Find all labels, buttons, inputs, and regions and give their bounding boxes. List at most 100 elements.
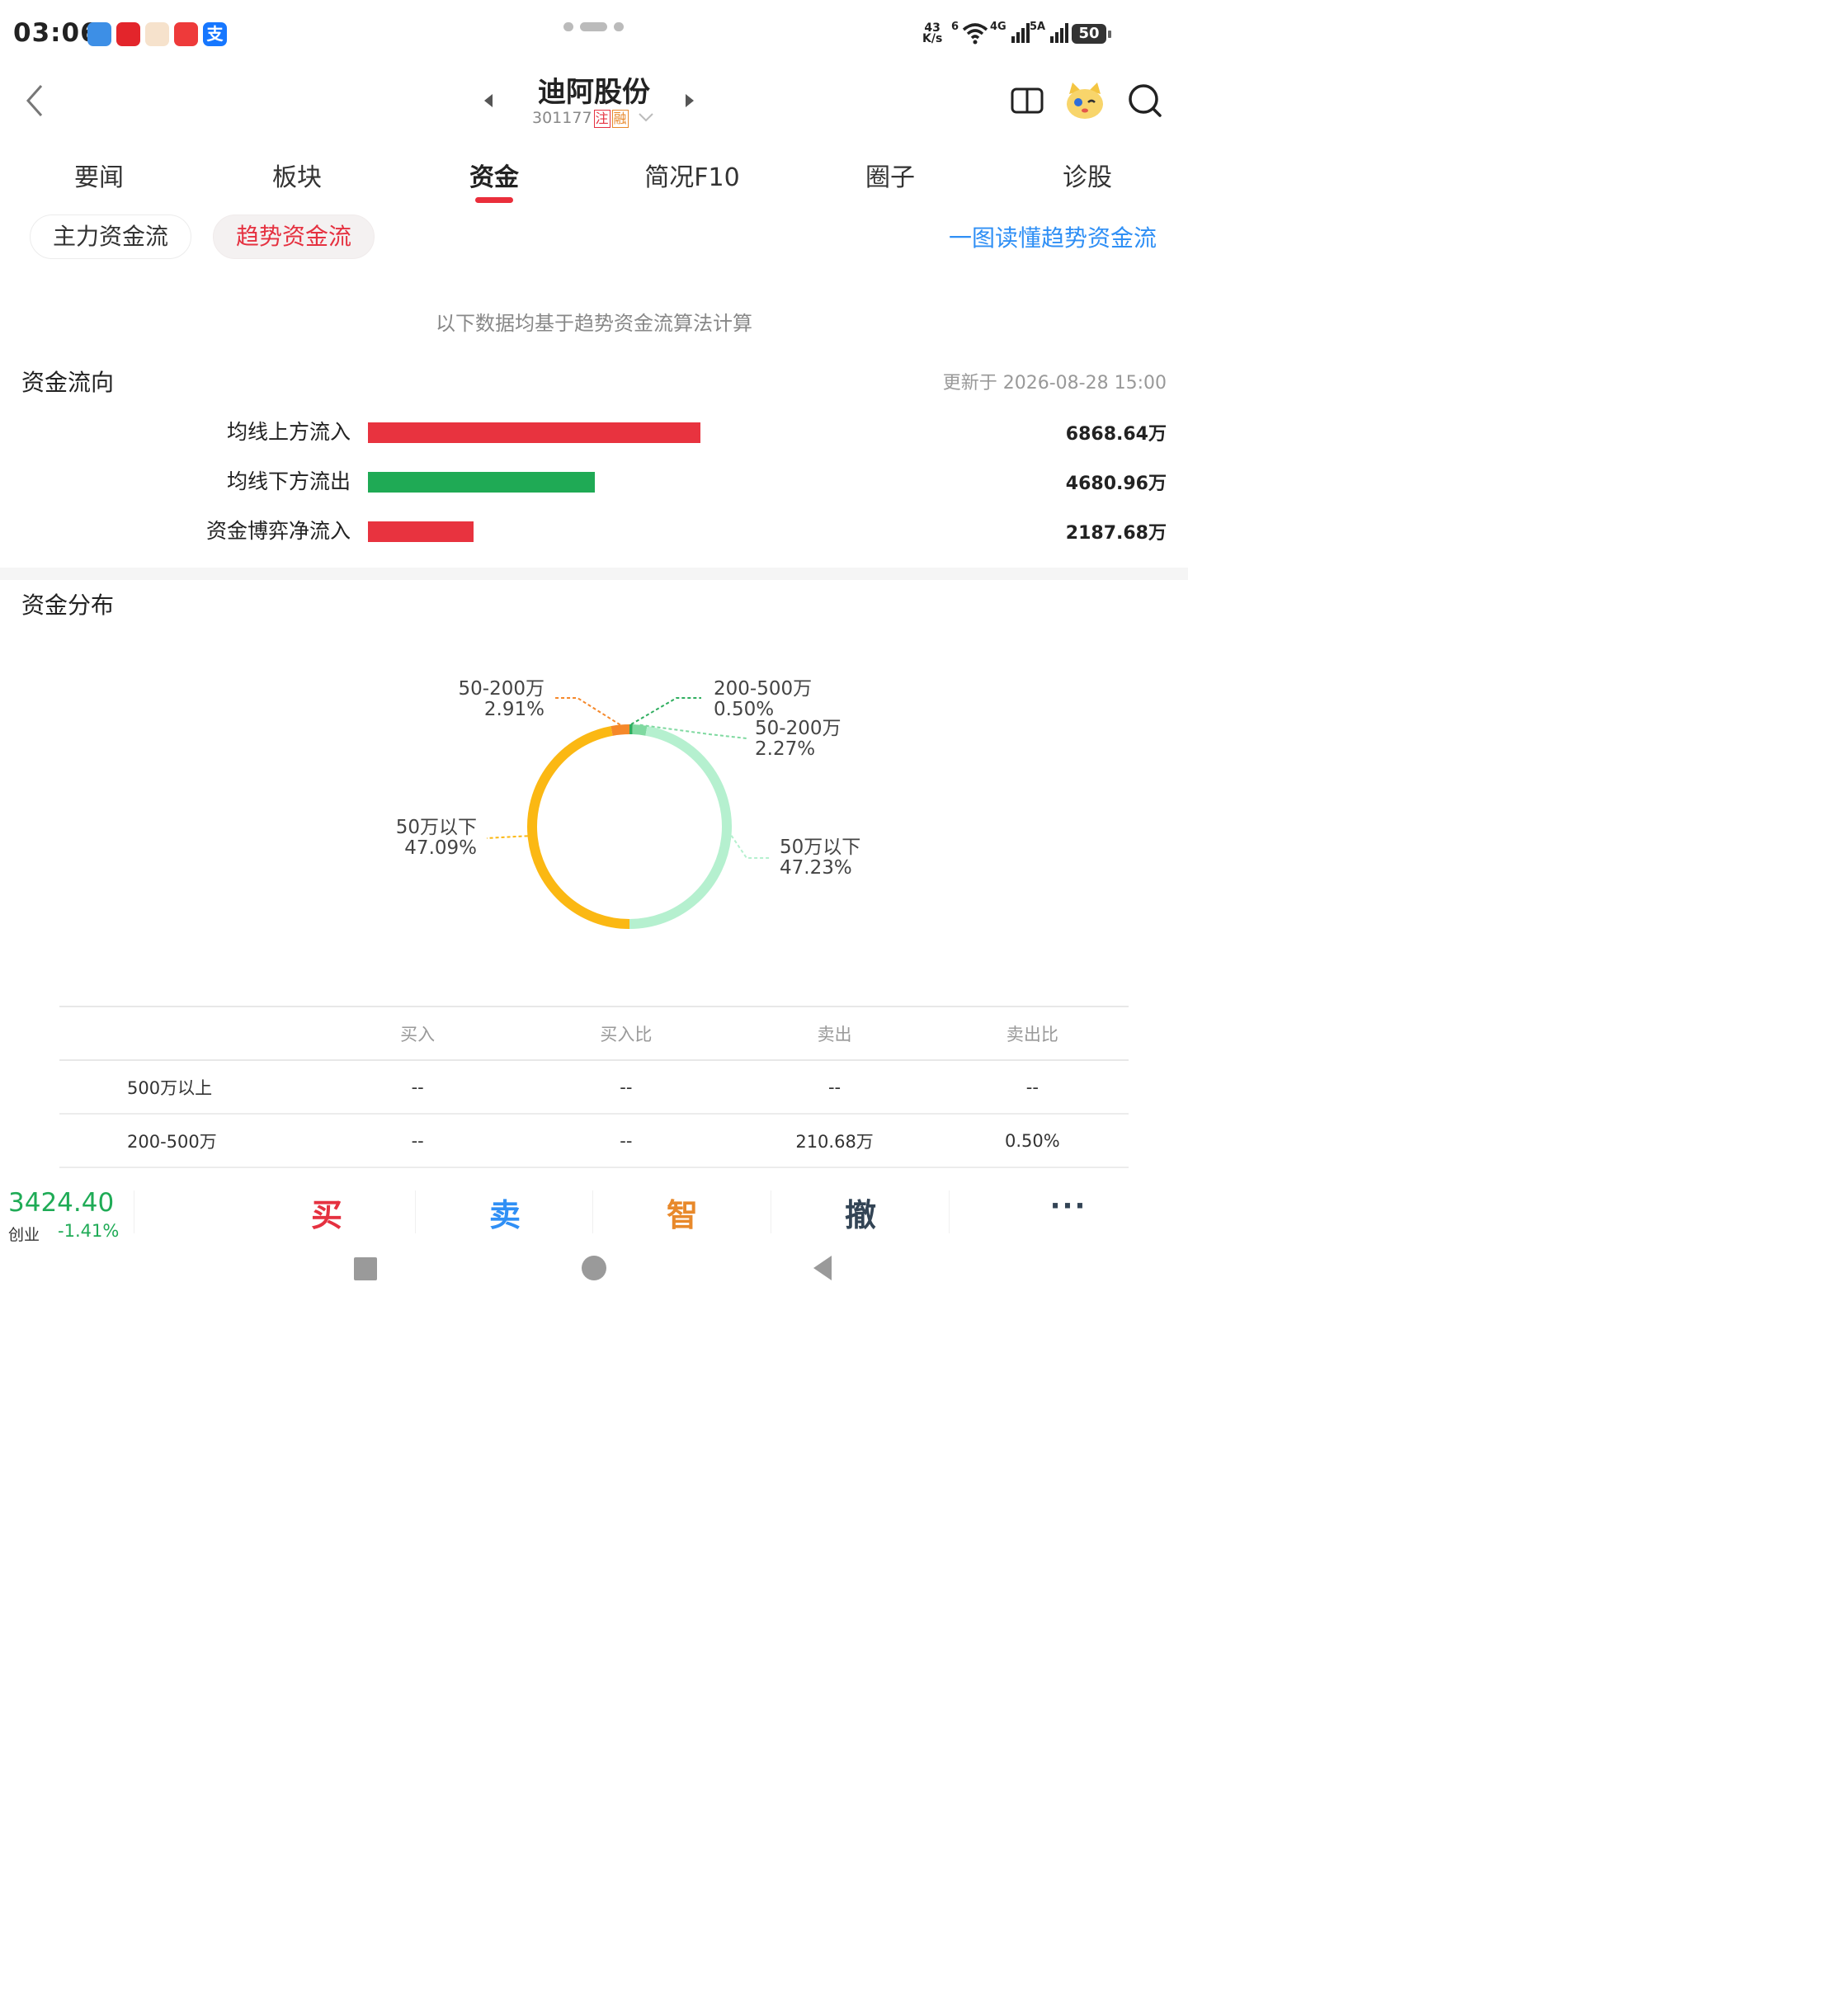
section-divider	[0, 568, 1188, 580]
battery-tip-icon	[1108, 31, 1111, 38]
distribution-section-title: 资金分布	[21, 592, 115, 619]
flow-value-inflow: 6868.64万	[1065, 424, 1167, 445]
flow-label-net-inflow: 资金博弈净流入	[205, 519, 351, 543]
table-header-category	[59, 1006, 317, 1061]
table-header-sell: 卖出	[733, 1006, 936, 1061]
trend-flow-explain-link[interactable]: 一图读懂趋势资金流	[949, 220, 1157, 253]
donut-label-category: 50万以下	[780, 837, 860, 858]
table-cell: 500万以上	[59, 1060, 317, 1115]
mascot-icon	[1067, 82, 1103, 119]
search-icon	[1129, 84, 1162, 117]
flow-bar-net-inflow	[368, 521, 474, 542]
tab-diagnosis[interactable]: 诊股	[1021, 157, 1153, 193]
tab-community[interactable]: 圈子	[824, 157, 956, 193]
cartoon-app-icon	[145, 22, 169, 46]
donut-leader-line	[630, 697, 701, 725]
flow-section-title: 资金流向	[21, 369, 115, 396]
update-time: 更新于 2026-08-28 15:00	[942, 373, 1167, 394]
stock-code: 301177	[532, 109, 592, 127]
cancel-order-button[interactable]: 撤	[811, 1190, 910, 1235]
chevron-left-icon	[26, 85, 43, 116]
signal-5a-icon: 5A	[1030, 21, 1069, 45]
donut-label-percent: 2.91%	[484, 699, 544, 720]
tab-sector[interactable]: 板块	[231, 157, 363, 193]
mascot-button[interactable]	[1064, 81, 1106, 124]
donut-label-percent: 2.27%	[755, 738, 815, 760]
wifi-label: 6	[951, 21, 959, 33]
smart-order-button[interactable]: 智	[633, 1190, 732, 1235]
donut-leader-line	[486, 835, 528, 839]
separator	[592, 1190, 593, 1233]
split-view-button[interactable]	[1010, 86, 1044, 119]
table-header-row: 买入 买入比 卖出 卖出比	[59, 1006, 1129, 1061]
fund-distribution-donut-chart: 200-500万0.50%50-200万2.27%50万以下47.23%50万以…	[396, 678, 860, 929]
flow-bar-outflow	[368, 472, 595, 493]
sell-button[interactable]: 卖	[455, 1190, 554, 1235]
net-speed-unit: K/s	[922, 32, 943, 45]
signal-5a-label: 5A	[1030, 21, 1046, 33]
flow-label-outflow: 均线下方流出	[226, 469, 351, 493]
donut-slice-buy-3	[527, 726, 630, 929]
algorithm-note: 以下数据均基于趋势资金流算法计算	[436, 312, 752, 335]
donut-slice-sell-2	[629, 725, 732, 929]
subtab-main-fund-flow[interactable]: 主力资金流	[30, 214, 191, 259]
table-cell: --	[519, 1114, 733, 1168]
nav-back-triangle-icon	[813, 1256, 832, 1280]
flow-label-inflow: 均线上方流入	[226, 420, 351, 444]
flow-bar-inflow	[368, 422, 700, 443]
donut-label-category: 200-500万	[714, 678, 812, 700]
index-value[interactable]: 3424.40	[8, 1188, 114, 1218]
window-handle-icon[interactable]	[580, 22, 607, 31]
table-row: 200-500万 -- -- 210.68万 0.50%	[59, 1114, 1129, 1168]
table-header-sell-ratio: 卖出比	[936, 1006, 1129, 1061]
tab-funds[interactable]: 资金	[428, 157, 560, 193]
search-button[interactable]	[1127, 82, 1163, 122]
table-cell: 0.50%	[936, 1114, 1129, 1168]
separator	[415, 1190, 416, 1233]
chevron-down-icon	[638, 113, 653, 122]
status-time: 03:06	[13, 18, 99, 48]
table-row: 500万以上 -- -- -- --	[59, 1060, 1129, 1115]
bottom-trade-bar	[0, 1168, 1188, 1254]
tab-news[interactable]: 要闻	[33, 157, 165, 193]
donut-leader-line	[554, 697, 621, 726]
index-name: 创业	[8, 1226, 40, 1244]
margin-tag: 融	[611, 110, 629, 128]
nav-home-button[interactable]	[582, 1256, 606, 1280]
table-cell: --	[733, 1060, 936, 1115]
more-button[interactable]: ···	[1019, 1190, 1118, 1223]
table-cell: --	[316, 1060, 520, 1115]
stock-app-icon	[116, 22, 140, 46]
flow-value-net-inflow: 2187.68万	[1065, 523, 1167, 544]
donut-leader-line	[730, 835, 771, 859]
tab-profile-f10[interactable]: 简况F10	[626, 157, 758, 193]
alipay-app-icon: 支	[203, 22, 227, 46]
donut-label-category: 50-200万	[459, 678, 544, 700]
donut-label-percent: 47.23%	[780, 857, 852, 879]
stock-name: 迪阿股份	[538, 76, 650, 109]
buy-button[interactable]: 买	[277, 1190, 376, 1235]
nav-recents-button[interactable]	[354, 1257, 377, 1280]
wifi-icon: 6	[951, 21, 989, 45]
table-cell: 200-500万	[59, 1114, 317, 1168]
window-dot-icon	[614, 22, 624, 31]
stock-code-row[interactable]: 301177 注融	[532, 109, 655, 128]
registration-tag: 注	[593, 110, 610, 128]
table-cell: --	[519, 1060, 733, 1115]
next-stock-button[interactable]	[683, 92, 696, 112]
window-dot-icon	[563, 22, 573, 31]
donut-label-category: 50万以下	[396, 817, 477, 838]
net-speed: 43 K/s	[922, 22, 943, 45]
browser-app-icon	[87, 22, 111, 46]
tab-indicator	[475, 197, 513, 203]
signal-4g-label: 4G	[990, 21, 1006, 33]
table-header-buy-ratio: 买入比	[519, 1006, 733, 1061]
back-button[interactable]	[21, 82, 54, 119]
subtab-trend-fund-flow[interactable]: 趋势资金流	[213, 214, 375, 259]
distribution-table: 买入 买入比 卖出 卖出比 500万以上 -- -- -- -- 200-500…	[59, 1006, 1129, 1168]
separator	[949, 1190, 950, 1233]
flow-value-outflow: 4680.96万	[1065, 474, 1167, 494]
split-view-icon	[1011, 87, 1044, 114]
nav-back-button[interactable]	[810, 1254, 833, 1285]
record-app-icon	[174, 22, 198, 46]
